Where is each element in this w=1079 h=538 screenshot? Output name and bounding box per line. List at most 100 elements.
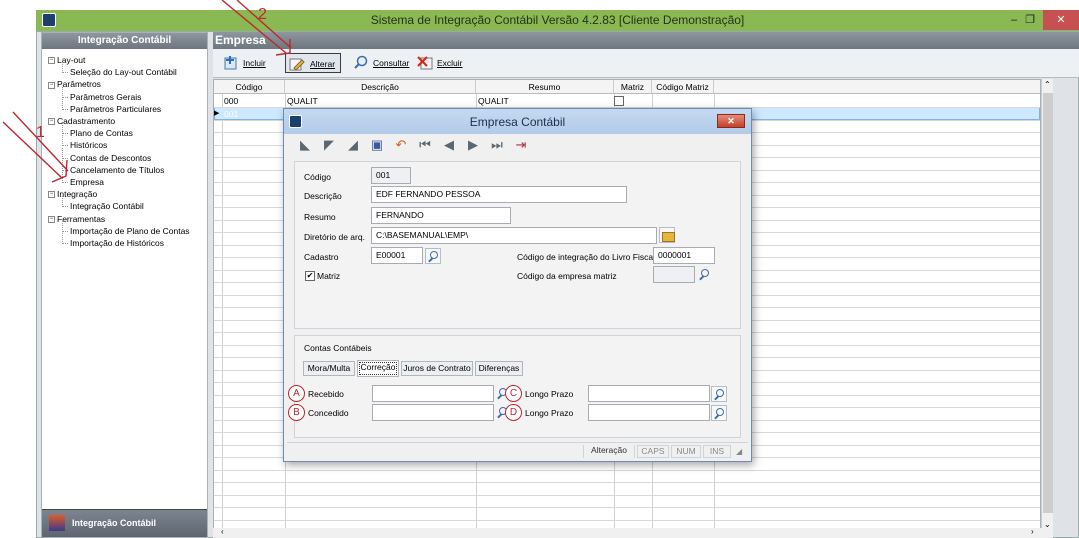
longo-prazo-d-search-icon[interactable]	[711, 405, 727, 421]
close-button[interactable]: ✕	[1043, 10, 1079, 30]
folder-browse-icon[interactable]	[659, 227, 675, 243]
scroll-left-icon[interactable]: ‹	[221, 527, 224, 536]
diretorio-field[interactable]: C:\BASEMANUAL\EMP\	[371, 227, 657, 244]
prev-record-icon[interactable]: ◀	[440, 137, 458, 153]
longo-prazo-c-search-icon[interactable]	[711, 386, 727, 402]
excluir-button[interactable]: Excluir	[417, 53, 469, 73]
scroll-up-icon[interactable]: ⌃	[1044, 80, 1051, 89]
undo-icon[interactable]: ↶	[392, 137, 410, 153]
window-title: Sistema de Integração Contábil Versão 4.…	[370, 13, 745, 27]
status-mode: Alteração	[583, 445, 635, 458]
row-pointer-icon: ▶	[214, 110, 220, 117]
table-cell-codigo[interactable]: 001	[224, 108, 238, 120]
sidebar-footer[interactable]: Integração Contábil	[42, 509, 207, 537]
descricao-field[interactable]: EDF FERNANDO PESSOA	[371, 186, 627, 203]
collapse-icon[interactable]: −	[48, 191, 55, 199]
resize-grip-icon[interactable]: ◢	[736, 447, 742, 456]
tab-mora-multa[interactable]: Mora/Multa	[303, 361, 355, 376]
main-toolbar: Incluir Alterar Consultar Excluir	[213, 49, 1079, 78]
table-cell-descricao[interactable]: QUALIT	[287, 95, 318, 107]
tree-item-historicos[interactable]: Históricos	[48, 135, 190, 151]
dialog-close-button[interactable]: ✕	[717, 114, 745, 128]
tree-item-parametros-gerais[interactable]: Parâmetros Gerais	[48, 86, 190, 103]
tree-item-importacao-historicos[interactable]: Importação de Históricos	[48, 232, 190, 249]
matriz-search-icon[interactable]	[697, 267, 713, 283]
app-titlebar: Sistema de Integração Contábil Versão 4.…	[36, 10, 1079, 31]
column-header-codigo[interactable]: Código	[214, 80, 285, 94]
cadastro-label: Cadastro	[304, 252, 339, 262]
table-cell-codigo[interactable]: 000	[224, 95, 238, 107]
cadastro-field[interactable]: E00001	[371, 247, 423, 264]
tree-node-cadastramento[interactable]: − Cadastramento	[48, 115, 190, 127]
column-header-descricao[interactable]: Descrição	[285, 80, 476, 94]
cod-integracao-field[interactable]: 0000001	[653, 247, 715, 264]
scroll-thumb[interactable]	[1043, 93, 1053, 513]
tab-correcao[interactable]: Correção	[357, 360, 399, 377]
collapse-icon[interactable]: −	[48, 57, 55, 65]
tab-juros-contrato[interactable]: Juros de Contrato	[401, 361, 473, 376]
column-header-matriz[interactable]: Matriz	[614, 80, 652, 94]
annotation-marker-c: C	[505, 385, 522, 402]
matriz-checkbox[interactable]	[614, 96, 624, 106]
collapse-icon[interactable]: −	[48, 118, 55, 126]
collapse-icon[interactable]: −	[48, 81, 55, 89]
cod-empresa-matriz-label: Código da empresa matriz	[517, 271, 617, 281]
tree-node-integracao[interactable]: − Integração	[48, 188, 190, 200]
recebido-label: Recebido	[308, 389, 344, 399]
descricao-label: Descrição	[304, 191, 342, 201]
grid-vertical-scrollbar[interactable]: ⌃ ⌄	[1041, 79, 1053, 530]
tree-item-integracao-contabil[interactable]: Integração Contábil	[48, 196, 190, 212]
tree-item-parametros-particulares[interactable]: Parâmetros Particulares	[48, 98, 190, 115]
exit-icon[interactable]: ⇥	[512, 137, 530, 153]
table-cell-resumo[interactable]: QUALIT	[478, 95, 509, 107]
tree-item-cancelamento-titulos[interactable]: Cancelamento de Títulos	[48, 159, 190, 176]
diretorio-label: Diretório de arq.	[304, 232, 365, 242]
tree-item-importacao-plano[interactable]: Importação de Plano de Contas	[48, 220, 190, 237]
cadastro-search-icon[interactable]	[425, 248, 441, 264]
delete-record-icon[interactable]: ◢	[344, 137, 362, 153]
tree-node-layout[interactable]: − Lay-out	[48, 54, 190, 66]
contas-contabeis-title: Contas Contábeis	[304, 343, 372, 353]
tree-item-empresa[interactable]: Empresa	[48, 171, 190, 188]
tab-diferencas[interactable]: Diferenças	[475, 361, 523, 376]
annotation-marker-a: A	[288, 385, 305, 402]
grid-horizontal-scrollbar[interactable]: ‹ ›	[213, 527, 1053, 538]
incluir-button[interactable]: Incluir	[223, 53, 273, 73]
scroll-right-icon[interactable]: ›	[1031, 527, 1034, 536]
matriz-checkbox[interactable]: ✔	[305, 271, 315, 281]
sidebar-footer-label: Integração Contábil	[72, 518, 157, 528]
save-icon[interactable]: ▣	[368, 137, 386, 153]
resumo-field[interactable]: FERNANDO	[371, 207, 511, 224]
new-record-icon[interactable]: ◣	[296, 137, 314, 153]
longo-prazo-d-field[interactable]	[588, 404, 710, 421]
grid-row-line	[214, 519, 1040, 521]
alterar-button[interactable]: Alterar	[285, 53, 341, 73]
sidebar-tree: − Lay-out Seleção do Lay-out Contábil − Pa…	[48, 54, 190, 249]
first-record-icon[interactable]: ⏮	[416, 137, 434, 153]
concedido-field[interactable]	[372, 404, 494, 421]
restore-button[interactable]: ❐	[1017, 10, 1043, 30]
tree-item-plano-contas[interactable]: Plano de Contas	[48, 123, 190, 139]
next-record-icon[interactable]: ▶	[464, 137, 482, 153]
tree-node-parametros[interactable]: − Parâmetros	[48, 78, 190, 90]
recebido-field[interactable]	[372, 385, 494, 402]
tree-item-selecao-layout[interactable]: Seleção do Lay-out Contábil	[48, 62, 190, 78]
codigo-field[interactable]: 001	[371, 167, 411, 184]
last-record-icon[interactable]: ⏭	[488, 137, 506, 153]
resumo-label: Resumo	[304, 212, 336, 222]
collapse-icon[interactable]: −	[48, 215, 55, 223]
matriz-label: Matriz	[317, 271, 341, 281]
tree-node-ferramentas[interactable]: − Ferramentas	[48, 213, 190, 225]
status-ins: INS	[703, 445, 731, 458]
longo-prazo-c-field[interactable]	[588, 385, 710, 402]
tree-item-contas-descontos[interactable]: Contas de Descontos	[48, 147, 190, 164]
consultar-button[interactable]: Consultar	[353, 53, 409, 73]
edit-record-icon[interactable]: ◤	[320, 137, 338, 153]
column-header-resumo[interactable]: Resumo	[476, 80, 614, 94]
annotation-marker-d: D	[505, 404, 522, 421]
column-header-codigo-matriz[interactable]: Código Matriz	[652, 80, 714, 94]
add-icon	[224, 56, 237, 70]
sidebar: Integração Contábil − Lay-out Seleção do …	[41, 32, 208, 538]
cod-empresa-matriz-field[interactable]	[653, 266, 695, 283]
empresa-fields-panel: Código 001 Descrição EDF FERNANDO PESSOA…	[294, 161, 741, 329]
